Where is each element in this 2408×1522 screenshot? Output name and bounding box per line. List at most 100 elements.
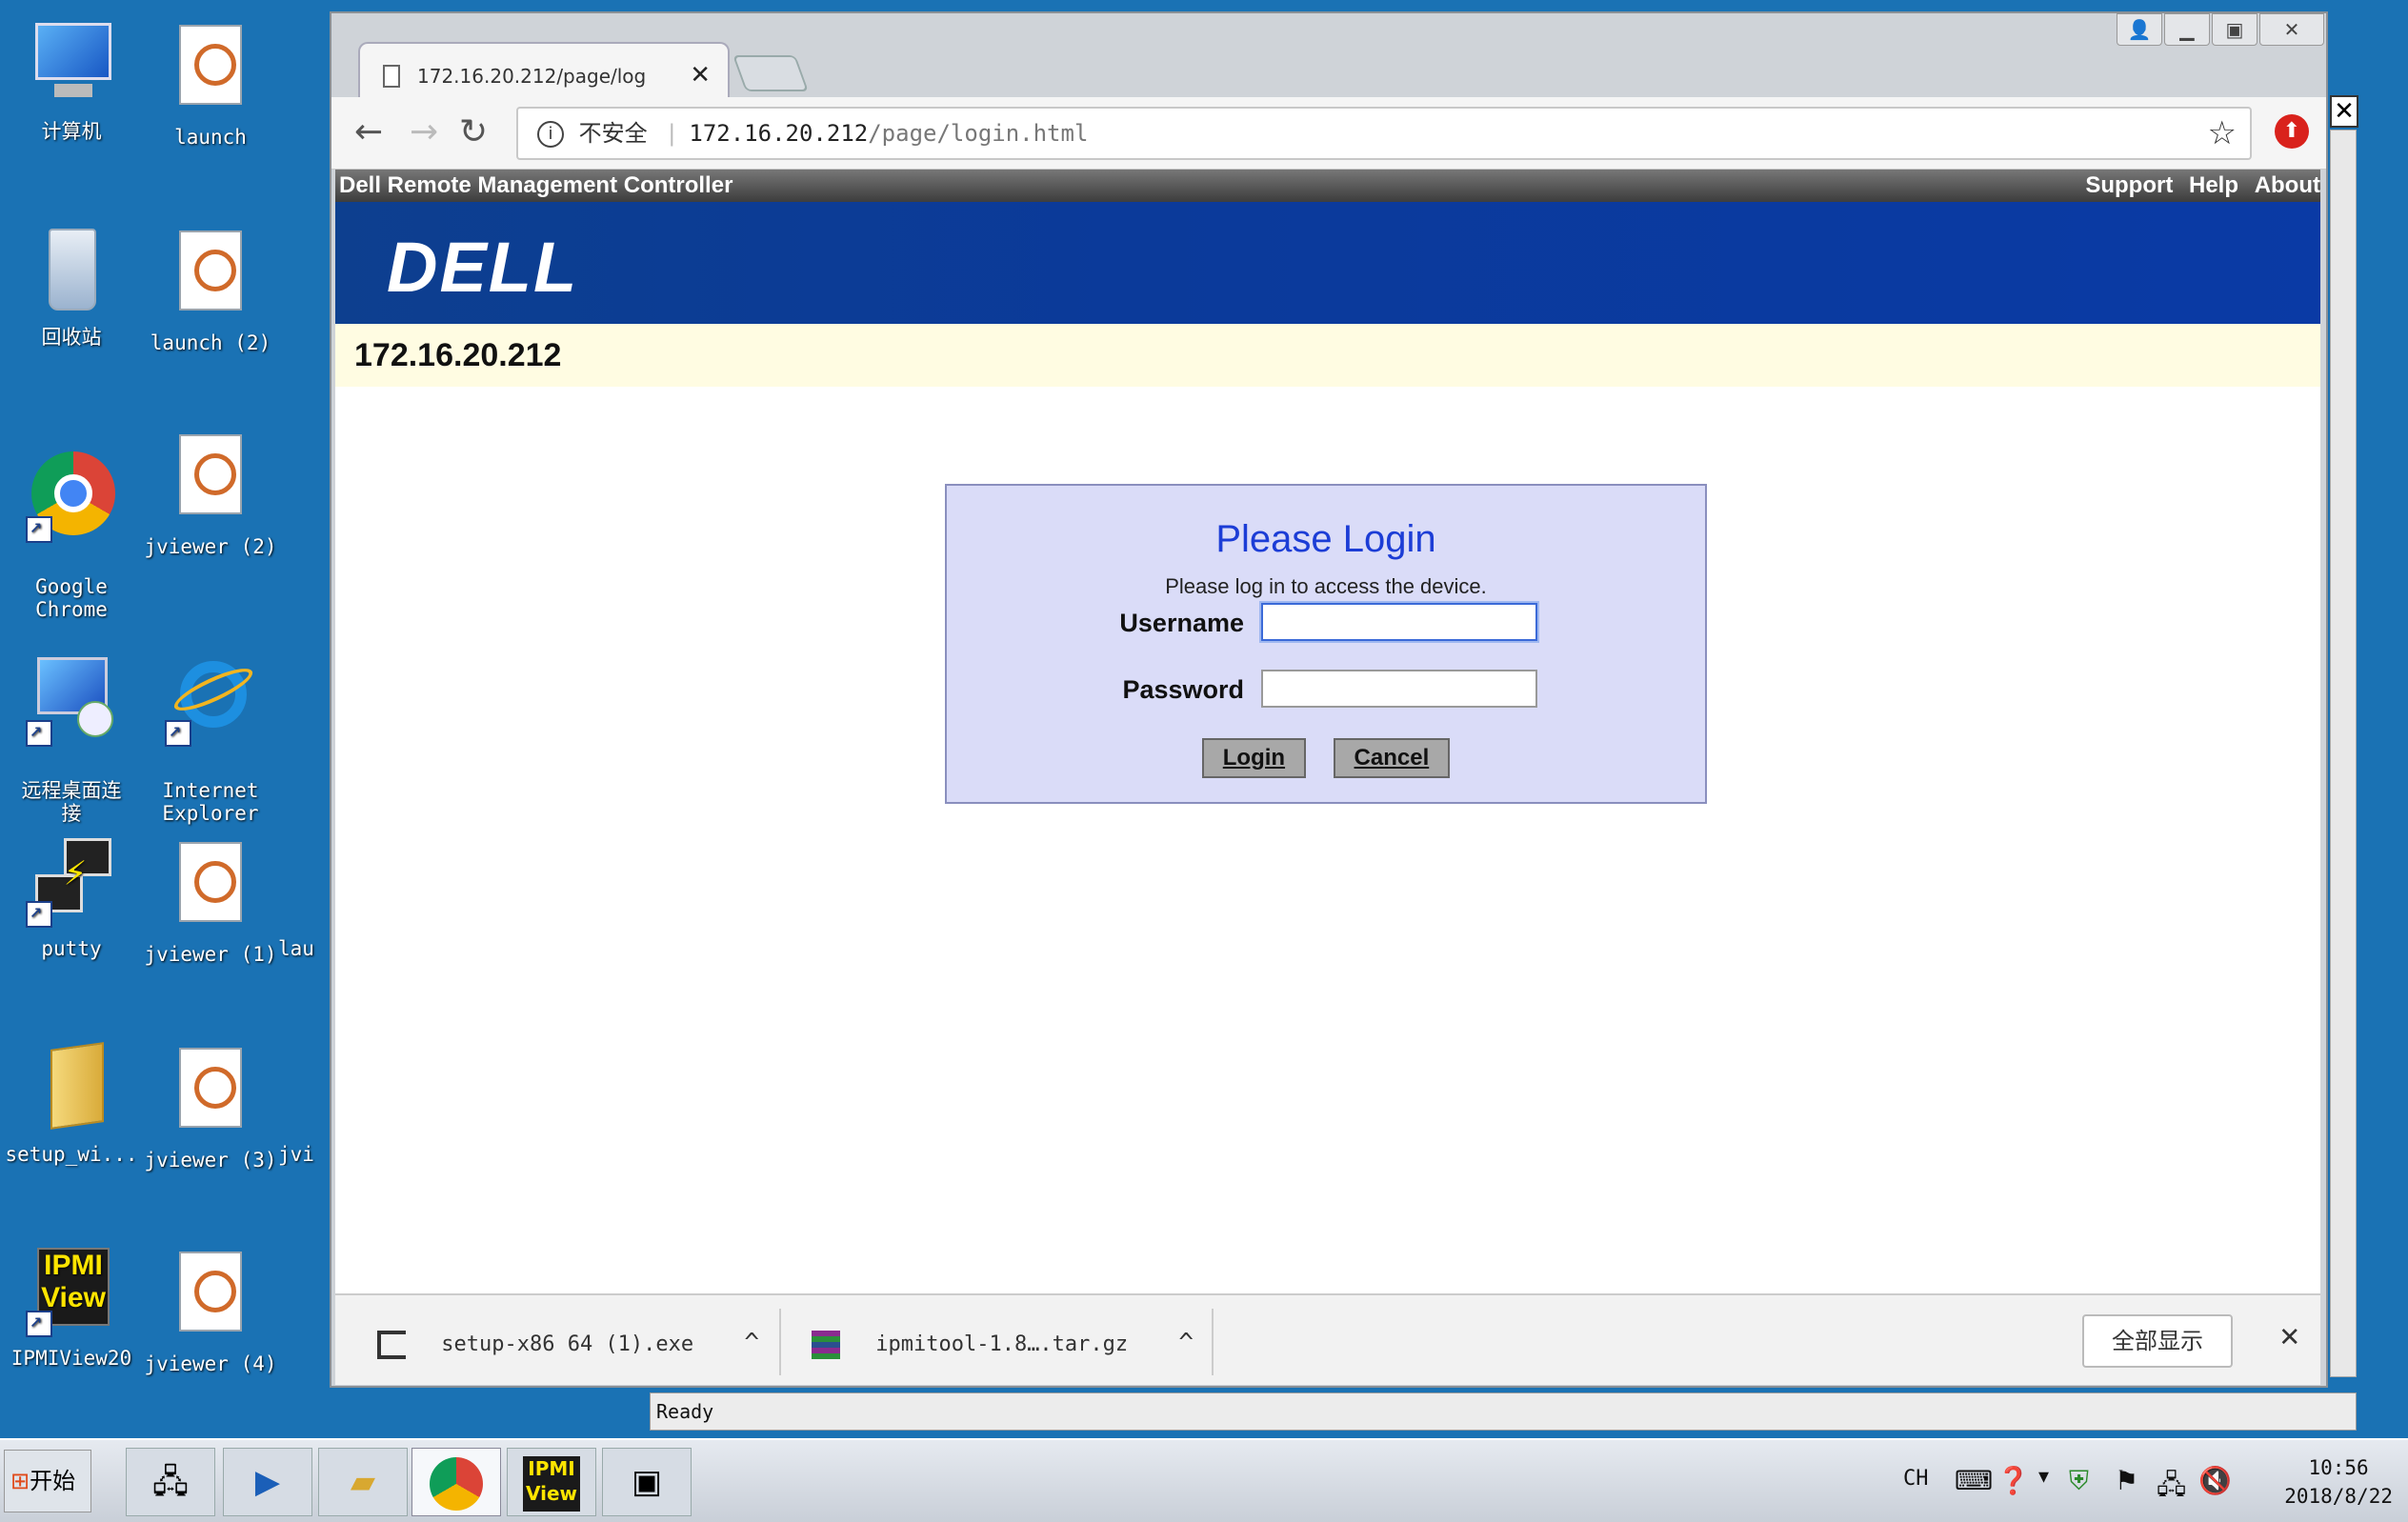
security-label: 不安全 — [578, 120, 648, 147]
close-downloads-icon[interactable]: ✕ — [2280, 1316, 2299, 1354]
desktop-icon-ipmiview[interactable]: IPMIView IPMIView20 — [0, 1246, 143, 1370]
background-close-icon[interactable]: ✕ — [2330, 95, 2358, 128]
java-file-icon — [165, 230, 256, 322]
tab-close-icon[interactable]: ✕ — [690, 61, 711, 90]
tab-strip: 172.16.20.212/page/log ✕ 👤 ▁ ▣ ✕ — [331, 13, 2326, 97]
start-button[interactable]: ⊞开始 — [4, 1450, 91, 1512]
profile-icon[interactable]: 👤 — [2117, 13, 2162, 46]
desktop-icon-jviewer-2[interactable]: jviewer (2) — [139, 429, 282, 558]
desktop-icon-jviewer-3[interactable]: jviewer (3) — [139, 1042, 282, 1172]
folder-icon — [26, 1042, 117, 1133]
host-ip: 172.16.20.212 — [335, 324, 2320, 387]
url-host: 172.16.20.212 — [689, 120, 869, 147]
keyboard-icon[interactable]: ⌨ — [1955, 1465, 1993, 1496]
back-arrow-icon[interactable]: ← — [354, 112, 383, 151]
browser-tab-login[interactable]: 172.16.20.212/page/log ✕ — [358, 42, 730, 97]
browser-window: 172.16.20.212/page/log ✕ 👤 ▁ ▣ ✕ ← → ↻ i… — [330, 11, 2328, 1388]
tray-expand-icon[interactable]: ▾ — [2038, 1465, 2049, 1489]
desktop-icon-launch-partial[interactable]: lau — [278, 836, 330, 960]
minimize-button[interactable]: ▁ — [2164, 13, 2210, 46]
desktop-icon-jviewer-4[interactable]: jviewer (4) — [139, 1246, 282, 1375]
username-input[interactable] — [1261, 603, 1537, 641]
java-file-icon — [165, 25, 256, 116]
windows-logo-icon: ⊞ — [10, 1468, 30, 1494]
chrome-icon — [26, 451, 117, 543]
security-shield-icon[interactable]: ⛨ — [2069, 1465, 2089, 1497]
background-status-bar: Ready — [650, 1392, 2357, 1431]
network-icon[interactable]: 🖧 — [2157, 1465, 2186, 1511]
java-file-icon — [278, 836, 330, 928]
desktop-icon-setup-folder[interactable]: setup_wi... — [0, 1042, 143, 1166]
taskbar-powershell[interactable]: ▶ — [223, 1448, 312, 1516]
java-file-icon — [165, 1252, 256, 1343]
desktop-icon-remote-desktop[interactable]: 远程桌面连 接 — [0, 632, 143, 825]
volume-muted-icon[interactable]: 🔇 — [2198, 1465, 2232, 1496]
chevron-up-icon[interactable]: ^ — [1178, 1329, 1194, 1357]
language-indicator[interactable]: CH — [1903, 1467, 1929, 1491]
desktop-icon-putty[interactable]: ⚡ putty — [0, 836, 143, 960]
browser-toolbar: ← → ↻ i 不安全 | 172.16.20.212/page/login.ht… — [331, 97, 2326, 170]
download-item-setup[interactable]: setup-x86 64 (1).exe ^ — [377, 1324, 759, 1362]
help-link[interactable]: Help — [2189, 172, 2238, 198]
action-center-flag-icon[interactable]: ⚑ — [2115, 1465, 2138, 1496]
recycle-bin-icon — [26, 225, 117, 316]
reload-icon[interactable]: ↻ — [459, 112, 488, 151]
drac-header-bar: Dell Remote Management Controller Suppor… — [335, 170, 2320, 202]
desktop-icon-launch[interactable]: launch — [139, 19, 282, 149]
desktop-icon-chrome[interactable]: Google Chrome — [0, 429, 143, 621]
taskbar-chrome[interactable] — [411, 1448, 501, 1516]
product-title: Dell Remote Management Controller — [339, 172, 733, 198]
desktop-icon-recycle-bin[interactable]: 回收站 — [0, 225, 143, 349]
close-window-button[interactable]: ✕ — [2259, 13, 2324, 46]
computer-icon — [26, 19, 117, 110]
chevron-up-icon[interactable]: ^ — [744, 1329, 759, 1357]
username-row: Username — [947, 603, 1705, 670]
password-label: Password — [1122, 675, 1244, 704]
installer-file-icon — [377, 1331, 406, 1359]
desktop-icon-jviewer-1[interactable]: jviewer (1) — [139, 836, 282, 966]
maximize-button[interactable]: ▣ — [2212, 13, 2258, 46]
about-link[interactable]: About — [2255, 172, 2320, 198]
taskbar-console[interactable]: ▣ — [602, 1448, 692, 1516]
address-bar[interactable]: i 不安全 | 172.16.20.212/page/login.html ☆ — [516, 107, 2252, 160]
desktop-icon-launch-2[interactable]: launch (2) — [139, 225, 282, 354]
url-path: /page/login.html — [868, 120, 1089, 147]
page-icon — [383, 65, 400, 88]
password-input[interactable] — [1261, 670, 1537, 708]
extension-icon[interactable]: ⬆ — [2275, 114, 2309, 149]
forward-arrow-icon[interactable]: → — [410, 112, 438, 151]
downloads-bar: setup-x86 64 (1).exe ^ ipmitool-1.8….tar… — [335, 1293, 2320, 1385]
password-row: Password — [947, 670, 1705, 736]
login-actions: Login Cancel — [947, 738, 1705, 778]
clock-time: 10:56 — [2308, 1456, 2369, 1479]
clock[interactable]: 10:56 2018/8/22 — [2284, 1453, 2393, 1511]
clock-date: 2018/8/22 — [2284, 1485, 2393, 1508]
powershell-icon: ▶ — [254, 1463, 281, 1501]
support-link[interactable]: Support — [2085, 172, 2173, 198]
page-viewport: Dell Remote Management Controller Suppor… — [335, 170, 2320, 1293]
remote-desktop-icon — [26, 655, 117, 747]
new-tab-button[interactable] — [732, 55, 809, 91]
login-button[interactable]: Login — [1201, 738, 1307, 778]
server-manager-icon: 🖧 — [152, 1463, 189, 1501]
taskbar-ipmiview[interactable]: IPMI View — [507, 1448, 596, 1516]
info-icon[interactable]: i — [537, 121, 564, 148]
taskbar-explorer[interactable]: ▰ — [318, 1448, 408, 1516]
background-window-scrollbar[interactable] — [2330, 130, 2357, 1377]
download-item-ipmitool[interactable]: ipmitool-1.8….tar.gz ^ — [812, 1324, 1194, 1362]
java-file-icon — [278, 1042, 330, 1133]
desktop-icon-jviewer-partial[interactable]: jvi — [278, 1042, 330, 1166]
show-all-downloads-button[interactable]: 全部显示 — [2082, 1314, 2233, 1368]
header-links: Support Help About — [2076, 170, 2320, 202]
bookmark-star-icon[interactable]: ☆ — [2208, 109, 2237, 158]
desktop-icon-internet-explorer[interactable]: Internet Explorer — [139, 632, 282, 825]
help-icon[interactable]: ❓ — [1997, 1465, 2030, 1496]
taskbar: ⊞开始 🖧 ▶ ▰ IPMI View ▣ CH ⌨ ❓ ▾ ⛨ ⚑ 🖧 🔇 10… — [0, 1438, 2408, 1522]
folder-icon: ▰ — [350, 1463, 376, 1501]
ipmiview-icon: IPMI View — [26, 1246, 117, 1337]
system-tray: CH ⌨ ❓ ▾ ⛨ ⚑ 🖧 🔇 10:56 2018/8/22 — [1875, 1440, 2408, 1522]
taskbar-server-manager[interactable]: 🖧 — [126, 1448, 215, 1516]
cancel-button[interactable]: Cancel — [1333, 738, 1451, 778]
login-title: Please Login — [1215, 518, 1436, 560]
desktop-icon-computer[interactable]: 计算机 — [0, 19, 143, 143]
